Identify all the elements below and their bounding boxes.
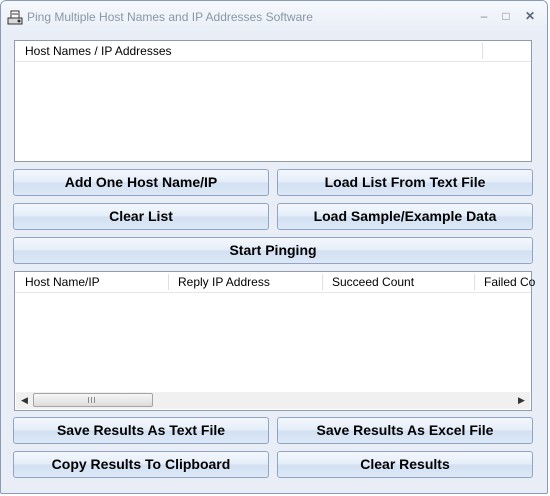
column-host-names[interactable]: Host Names / IP Addresses	[25, 44, 172, 58]
column-succeed-count[interactable]: Succeed Count	[332, 275, 414, 289]
copy-clipboard-button[interactable]: Copy Results To Clipboard	[13, 451, 269, 478]
results-header: Host Name/IP Reply IP Address Succeed Co…	[15, 272, 535, 293]
minimize-icon[interactable]: –	[473, 7, 495, 25]
window-title: Ping Multiple Host Names and IP Addresse…	[27, 10, 313, 24]
load-list-button[interactable]: Load List From Text File	[277, 169, 533, 196]
scroll-left-icon[interactable]: ◀	[16, 392, 33, 409]
clear-list-button[interactable]: Clear List	[13, 203, 269, 230]
scroll-right-icon[interactable]: ▶	[513, 392, 530, 409]
scroll-thumb[interactable]	[33, 393, 153, 407]
client-area: Host Names / IP Addresses Add One Host N…	[7, 33, 541, 487]
results-list[interactable]: Host Name/IP Reply IP Address Succeed Co…	[14, 271, 535, 411]
host-list-header: Host Names / IP Addresses	[15, 41, 531, 62]
horizontal-scrollbar[interactable]: ◀ ▶	[16, 392, 530, 409]
save-excel-button[interactable]: Save Results As Excel File	[277, 417, 533, 444]
clear-results-button[interactable]: Clear Results	[277, 451, 533, 478]
host-list[interactable]: Host Names / IP Addresses	[14, 40, 532, 162]
load-sample-button[interactable]: Load Sample/Example Data	[277, 203, 533, 230]
save-text-button[interactable]: Save Results As Text File	[13, 417, 269, 444]
title-bar[interactable]: Ping Multiple Host Names and IP Addresse…	[1, 1, 547, 33]
ping-app-icon	[7, 10, 23, 25]
column-reply-ip[interactable]: Reply IP Address	[178, 275, 270, 289]
column-host-name-ip[interactable]: Host Name/IP	[25, 275, 100, 289]
close-icon[interactable]: ✕	[519, 7, 541, 25]
maximize-icon[interactable]: □	[495, 7, 517, 25]
column-failed-count[interactable]: Failed Co	[484, 275, 535, 289]
start-pinging-button[interactable]: Start Pinging	[13, 237, 533, 264]
main-window: Ping Multiple Host Names and IP Addresse…	[0, 0, 548, 494]
add-host-button[interactable]: Add One Host Name/IP	[13, 169, 269, 196]
